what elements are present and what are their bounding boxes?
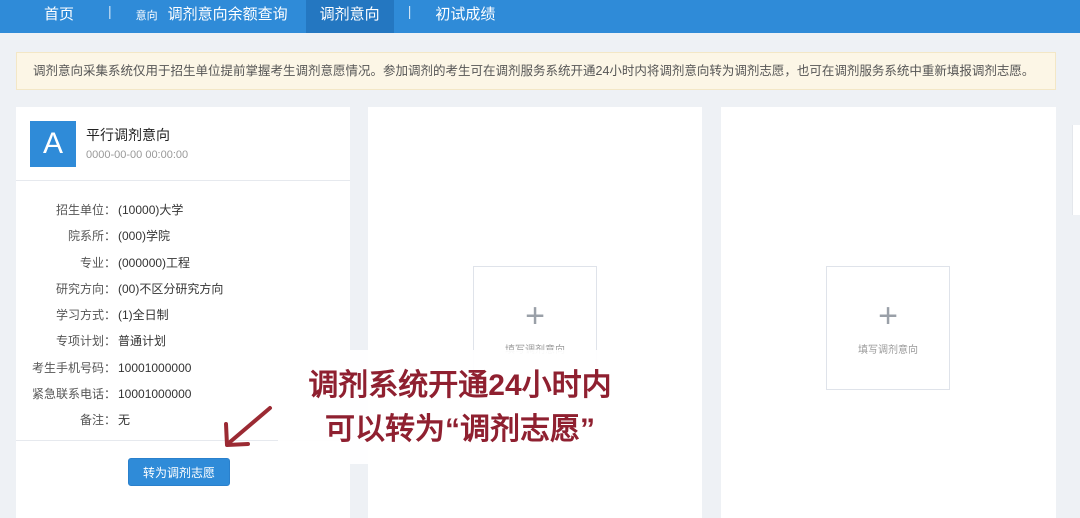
info-row-study-mode: 学习方式： (1)全日制 <box>16 302 350 328</box>
caption-line-1: 调剂系统开通24小时内 <box>308 369 612 402</box>
info-label: 专项计划： <box>55 334 116 349</box>
nav-intent-short[interactable]: 意向 <box>118 0 164 33</box>
info-value: (00)不区分研究方向 <box>118 281 224 296</box>
notice-bar: 调剂意向采集系统仅用于招生单位提前掌握考生调剂意愿情况。参加调剂的考生可在调剂服… <box>16 52 1056 90</box>
nav-intent[interactable]: 调剂意向 <box>305 0 394 33</box>
empty-intent-card-3: + 填写调剂意向 <box>721 107 1056 518</box>
info-row-major: 专业： (000000)工程 <box>16 250 350 276</box>
intent-card-time: 0000-00-00 00:00:00 <box>86 149 189 161</box>
convert-to-volunteer-button[interactable]: 转为调剂志愿 <box>128 458 230 486</box>
plus-icon: + <box>878 297 898 335</box>
intent-card-header: A 平行调剂意向 0000-00-00 00:00:00 <box>16 107 350 181</box>
add-intent-button[interactable]: + 填写调剂意向 <box>826 266 950 390</box>
annotation-caption: 调剂系统开通24小时内 可以转为“调剂志愿” <box>278 350 642 464</box>
info-value: (000)学院 <box>118 229 171 244</box>
avatar: A <box>30 121 76 167</box>
info-value: (1)全日制 <box>118 308 169 323</box>
info-label: 研究方向： <box>55 281 116 296</box>
info-label: 备注： <box>79 413 116 428</box>
info-label: 学习方式： <box>55 308 116 323</box>
info-label: 招生单位： <box>55 203 116 217</box>
info-label: 考生手机号码： <box>31 360 116 375</box>
add-intent-label: 填写调剂意向 <box>858 345 918 356</box>
plus-icon: + <box>525 297 545 335</box>
info-value: 10001000000 <box>118 387 192 402</box>
caption-line-2: 可以转为“调剂志愿” <box>325 413 595 446</box>
info-value: 10001000000 <box>118 360 192 375</box>
info-value: (10000)大学 <box>118 203 184 217</box>
info-row-unit: 招生单位： (10000)大学 <box>16 197 350 223</box>
info-label: 院系所： <box>67 229 116 244</box>
nav-separator: | <box>108 3 112 19</box>
info-value: 无 <box>118 413 131 428</box>
nav-separator: | <box>407 3 412 19</box>
info-label: 紧急联系电话： <box>31 387 116 402</box>
info-value: 普通计划 <box>118 334 167 349</box>
top-nav: 首页 | 意向 调剂意向余额查询 调剂意向 | 初试成绩 <box>0 0 1080 33</box>
info-label: 专业： <box>79 255 116 270</box>
intent-card-title: 平行调剂意向 <box>86 127 170 143</box>
nav-first-score[interactable]: 初试成绩 <box>417 0 509 33</box>
arrow-icon <box>224 406 272 447</box>
nav-home[interactable]: 首页 <box>0 0 102 33</box>
info-row-department: 院系所： (000)学院 <box>16 223 350 249</box>
info-value: (000000)工程 <box>118 255 191 270</box>
info-row-research: 研究方向： (00)不区分研究方向 <box>16 276 350 302</box>
nav-balance-query[interactable]: 调剂意向余额查询 <box>164 0 306 33</box>
side-panel-edge <box>1072 125 1080 215</box>
